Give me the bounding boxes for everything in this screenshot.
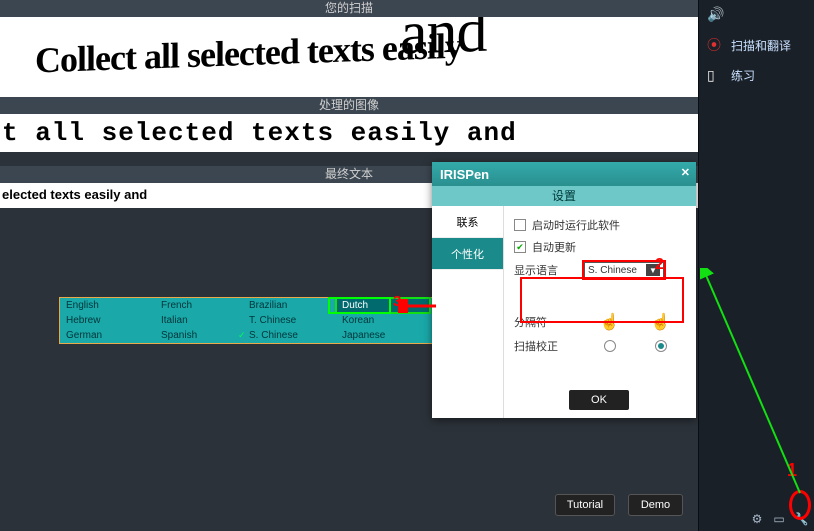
document-icon: ▯: [707, 67, 723, 84]
run-at-start-checkbox[interactable]: [514, 219, 526, 231]
scan-text: Collect all selected texts easily: [35, 26, 462, 81]
display-language-label: 显示语言: [514, 262, 584, 278]
book-icon[interactable]: ▭: [770, 511, 788, 527]
annotation-rect-dropdown: [520, 277, 684, 323]
display-language-dropdown[interactable]: S. Chinese ▼: [584, 262, 664, 278]
language-option[interactable]: German: [60, 328, 155, 343]
language-option[interactable]: Spanish: [155, 328, 243, 343]
auto-update-checkbox[interactable]: ✔: [514, 241, 526, 253]
tutorial-button[interactable]: Tutorial: [555, 494, 615, 516]
tab-personalize[interactable]: 个性化: [432, 238, 503, 270]
annotation-number-3: 3: [393, 293, 401, 310]
display-language-value: S. Chinese: [588, 265, 637, 276]
ok-button[interactable]: OK: [569, 390, 629, 410]
scan-correct-label: 扫描校正: [514, 338, 584, 354]
scan-panel-header: 您的扫描: [0, 0, 698, 17]
sidebar-item-speaker[interactable]: 🔊: [699, 0, 814, 29]
tab-contact[interactable]: 联系: [432, 206, 503, 238]
annotation-number-2: 2: [655, 256, 664, 274]
gear-icon[interactable]: ⚙: [748, 511, 766, 527]
annotation-rect-dutch: [328, 297, 391, 314]
processed-text: t all selected texts easily and: [2, 118, 517, 148]
right-sidebar: 🔊 ⦿ 扫描和翻译 ▯ 练习 ⚙ ▭ 🔧: [698, 0, 814, 531]
sidebar-label-practice: 练习: [731, 67, 755, 84]
language-option[interactable]: French: [155, 298, 243, 313]
language-option[interactable]: Japanese: [336, 328, 430, 343]
dialog-side-tabs: 联系 个性化: [432, 206, 504, 418]
processed-image-area: t all selected texts easily and: [0, 114, 698, 152]
language-option[interactable]: Hebrew: [60, 313, 155, 328]
scan-text-and: and: [400, 17, 487, 70]
dialog-brand: IRISPen: [440, 167, 489, 182]
sidebar-item-practice[interactable]: ▯ 练习: [699, 61, 814, 90]
wifi-icon: ⦿: [707, 35, 723, 55]
speaker-icon: 🔊: [707, 6, 723, 23]
demo-button[interactable]: Demo: [628, 494, 683, 516]
language-option[interactable]: English: [60, 298, 155, 313]
run-at-start-label: 启动时运行此软件: [532, 217, 620, 233]
scan-correct-radio-on[interactable]: [655, 340, 667, 352]
dialog-header: IRISPen ✕: [432, 162, 696, 186]
auto-update-label: 自动更新: [532, 239, 576, 255]
sidebar-item-scan-translate[interactable]: ⦿ 扫描和翻译: [699, 29, 814, 61]
language-option[interactable]: Italian: [155, 313, 243, 328]
language-option[interactable]: Korean: [336, 313, 430, 328]
language-option[interactable]: S. Chinese: [243, 328, 336, 343]
dialog-title: 设置: [432, 186, 696, 206]
language-option[interactable]: Brazilian: [243, 298, 336, 313]
language-option[interactable]: T. Chinese: [243, 313, 336, 328]
close-icon[interactable]: ✕: [681, 166, 690, 179]
sidebar-label-scan-translate: 扫描和翻译: [731, 37, 791, 54]
annotation-number-1: 1: [787, 460, 797, 481]
processed-panel-header: 处理的图像: [0, 97, 698, 114]
scan-correct-radio-off[interactable]: [604, 340, 616, 352]
annotation-circle-1: [789, 490, 811, 520]
scan-image-area: Collect all selected texts easily and: [0, 17, 698, 97]
